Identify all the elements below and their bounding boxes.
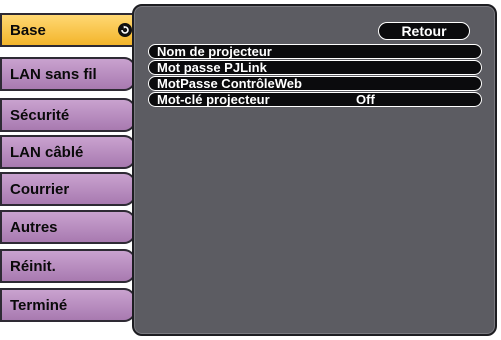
sidebar-item-autres[interactable]: Autres (0, 210, 136, 244)
sidebar-item-securite[interactable]: Sécurité (0, 98, 136, 132)
settings-list: Nom de projecteur Mot passe PJLink MotPa… (148, 44, 482, 108)
sidebar-item-lan-sans-fil[interactable]: LAN sans fil (0, 57, 136, 91)
list-item-label: Mot-clé projecteur (157, 92, 270, 107)
sidebar-item-label: Autres (10, 218, 58, 236)
list-item-web-control-password[interactable]: MotPasse ContrôleWeb (148, 76, 482, 91)
sidebar-item-base[interactable]: Base (0, 13, 138, 47)
sidebar-item-label: Sécurité (10, 106, 70, 124)
sidebar-item-label: Courrier (10, 180, 70, 198)
list-item-projector-name[interactable]: Nom de projecteur (148, 44, 482, 59)
list-item-label: Mot passe PJLink (157, 60, 267, 75)
circle-arrow-icon (118, 23, 132, 37)
sidebar-item-courrier[interactable]: Courrier (0, 172, 136, 206)
sidebar-item-label: LAN sans fil (10, 65, 97, 83)
list-item-value: Off (356, 92, 375, 107)
sidebar-item-label: Base (10, 21, 46, 39)
list-item-label: MotPasse ContrôleWeb (157, 76, 302, 91)
sidebar-item-termine[interactable]: Terminé (0, 288, 136, 322)
sidebar-item-reinit[interactable]: Réinit. (0, 249, 136, 283)
list-item-label: Nom de projecteur (157, 44, 272, 59)
projector-settings-screen: Base LAN sans fil Sécurité LAN câblé Cou… (0, 0, 501, 340)
settings-panel: Retour Nom de projecteur Mot passe PJLin… (132, 4, 497, 336)
sidebar-item-label: Réinit. (10, 257, 56, 275)
list-item-projector-keyword[interactable]: Mot-clé projecteur Off (148, 92, 482, 107)
back-button[interactable]: Retour (378, 22, 470, 40)
sidebar-item-lan-cable[interactable]: LAN câblé (0, 135, 136, 169)
sidebar-item-label: LAN câblé (10, 143, 84, 161)
list-item-pjlink-password[interactable]: Mot passe PJLink (148, 60, 482, 75)
sidebar-item-label: Terminé (10, 296, 68, 314)
